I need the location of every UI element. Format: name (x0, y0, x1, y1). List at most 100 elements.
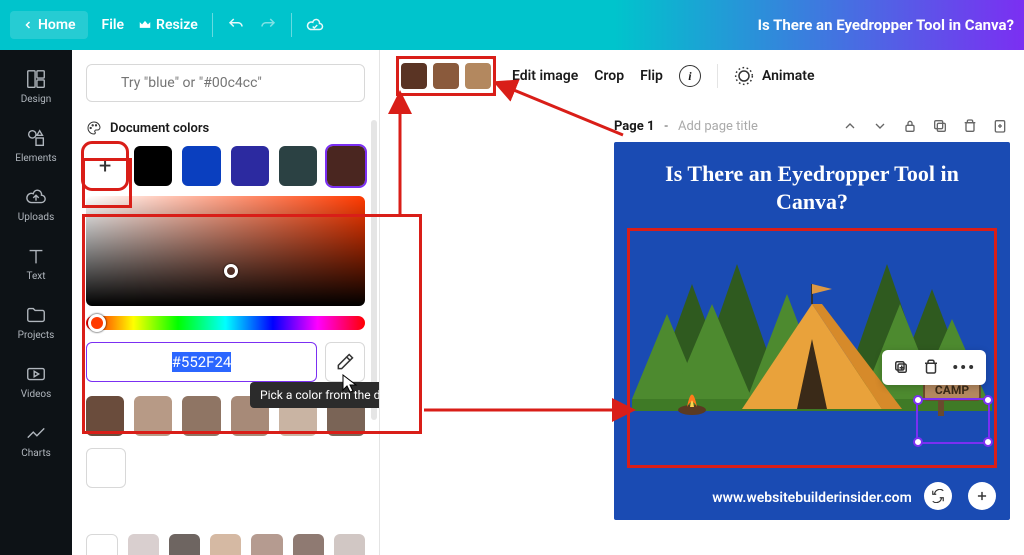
color-swatch[interactable] (86, 534, 118, 555)
color-panel: Document colors + #552F24 Pick a color f… (72, 50, 380, 555)
ctx-swatch[interactable] (401, 63, 427, 89)
chevron-up-icon[interactable] (842, 118, 858, 134)
divider (212, 13, 213, 37)
color-search-wrap (86, 64, 365, 102)
undo-button[interactable] (227, 16, 245, 34)
color-swatch[interactable] (134, 396, 172, 436)
selection-frame[interactable] (916, 398, 990, 444)
rail-elements[interactable]: Elements (0, 119, 72, 172)
crown-icon (138, 18, 152, 32)
elements-icon (25, 127, 47, 149)
eyedropper-icon (335, 352, 355, 372)
undo-icon (227, 16, 245, 34)
resize-handle[interactable] (913, 437, 923, 447)
folder-icon (25, 304, 47, 326)
animate-button[interactable]: Animate (734, 66, 815, 86)
add-color-button[interactable]: + (86, 146, 124, 186)
color-swatch[interactable] (182, 396, 220, 436)
page-header: Page 1 - Add page title (614, 112, 1008, 140)
lock-icon[interactable] (902, 118, 918, 134)
rail-projects[interactable]: Projects (0, 296, 72, 349)
charts-icon (25, 422, 47, 444)
redo-button[interactable] (259, 16, 277, 34)
color-swatch[interactable] (169, 534, 200, 555)
flip-button[interactable]: Flip (640, 68, 663, 84)
hex-input[interactable]: #552F24 (86, 342, 317, 382)
trash-icon[interactable] (962, 118, 978, 134)
canvas-area[interactable]: Is There an Eyedropper Tool in Canva? (614, 142, 1010, 520)
selection-colors[interactable] (396, 58, 496, 94)
rail-videos[interactable]: Videos (0, 355, 72, 408)
add-page-icon[interactable] (992, 118, 1008, 134)
hue-slider[interactable] (86, 316, 365, 330)
annotation-arrow (420, 400, 630, 424)
color-swatch[interactable] (128, 534, 159, 555)
color-swatch[interactable] (279, 146, 317, 186)
hue-cursor[interactable] (88, 314, 106, 332)
video-icon (25, 363, 47, 385)
canvas-footer-buttons (916, 482, 996, 510)
add-button[interactable] (968, 482, 996, 510)
color-swatch[interactable] (86, 448, 126, 488)
project-title[interactable]: Is There an Eyedropper Tool in Canva? (758, 16, 1014, 34)
svg-text:CAMP: CAMP (935, 383, 969, 397)
color-swatch[interactable] (327, 146, 365, 186)
color-swatch[interactable] (251, 534, 282, 555)
color-swatch[interactable] (210, 534, 241, 555)
color-swatch[interactable] (293, 534, 324, 555)
color-swatch[interactable] (231, 146, 269, 186)
text-icon (25, 245, 47, 267)
design-canvas[interactable]: Is There an Eyedropper Tool in Canva? (614, 142, 1010, 520)
page-actions (842, 118, 1008, 134)
color-swatch[interactable] (334, 534, 365, 555)
file-menu[interactable]: File (102, 17, 125, 33)
color-swatch[interactable] (182, 146, 220, 186)
document-colors-heading: Document colors (86, 120, 365, 136)
home-label: Home (38, 17, 76, 33)
redo-icon (259, 16, 277, 34)
saturation-cursor[interactable] (224, 264, 238, 278)
more-colors-row (86, 534, 365, 555)
color-swatch[interactable] (134, 146, 172, 186)
rail-uploads[interactable]: Uploads (0, 178, 72, 231)
divider (717, 64, 718, 88)
color-search-input[interactable] (86, 64, 365, 102)
top-bar: Home File Resize Is There an Eyedropper … (0, 0, 1024, 50)
color-swatch[interactable] (86, 396, 124, 436)
resize-handle[interactable] (913, 395, 923, 405)
divider (291, 13, 292, 37)
saturation-box[interactable] (86, 196, 365, 306)
eyedropper-tooltip: Pick a color from the design (250, 382, 380, 408)
rail-design[interactable]: Design (0, 60, 72, 113)
cloud-check-icon (306, 16, 324, 34)
more-button[interactable]: ••• (952, 358, 976, 377)
resize-handle[interactable] (983, 395, 993, 405)
shuffle-icon (931, 489, 945, 503)
element-mini-toolbar: ••• (882, 350, 986, 385)
color-picker: #552F24 Pick a color from the design (86, 196, 365, 382)
annotation-arrow (390, 96, 410, 220)
ctx-swatch[interactable] (433, 63, 459, 89)
resize-handle[interactable] (983, 437, 993, 447)
info-button[interactable]: i (679, 65, 701, 87)
animate-icon (734, 66, 754, 86)
duplicate-icon[interactable] (892, 358, 910, 376)
ctx-swatch[interactable] (465, 63, 491, 89)
rail-text[interactable]: Text (0, 237, 72, 290)
page-title-input[interactable]: Add page title (678, 119, 758, 134)
trash-icon[interactable] (922, 358, 940, 376)
resize-menu[interactable]: Resize (138, 17, 198, 33)
canvas-heading[interactable]: Is There an Eyedropper Tool in Canva? (634, 160, 990, 215)
left-rail: Design Elements Uploads Text Projects Vi… (0, 50, 72, 555)
duplicate-icon[interactable] (932, 118, 948, 134)
context-toolbar: Edit image Crop Flip i Animate (396, 56, 1014, 96)
hex-row: #552F24 (86, 342, 365, 382)
uploads-icon (25, 186, 47, 208)
scrollbar[interactable] (371, 120, 377, 420)
cloud-sync-button[interactable] (306, 16, 324, 34)
chevron-down-icon[interactable] (872, 118, 888, 134)
shuffle-button[interactable] (924, 482, 952, 510)
templates-icon (25, 68, 47, 90)
home-button[interactable]: Home (10, 11, 88, 39)
rail-charts[interactable]: Charts (0, 414, 72, 467)
